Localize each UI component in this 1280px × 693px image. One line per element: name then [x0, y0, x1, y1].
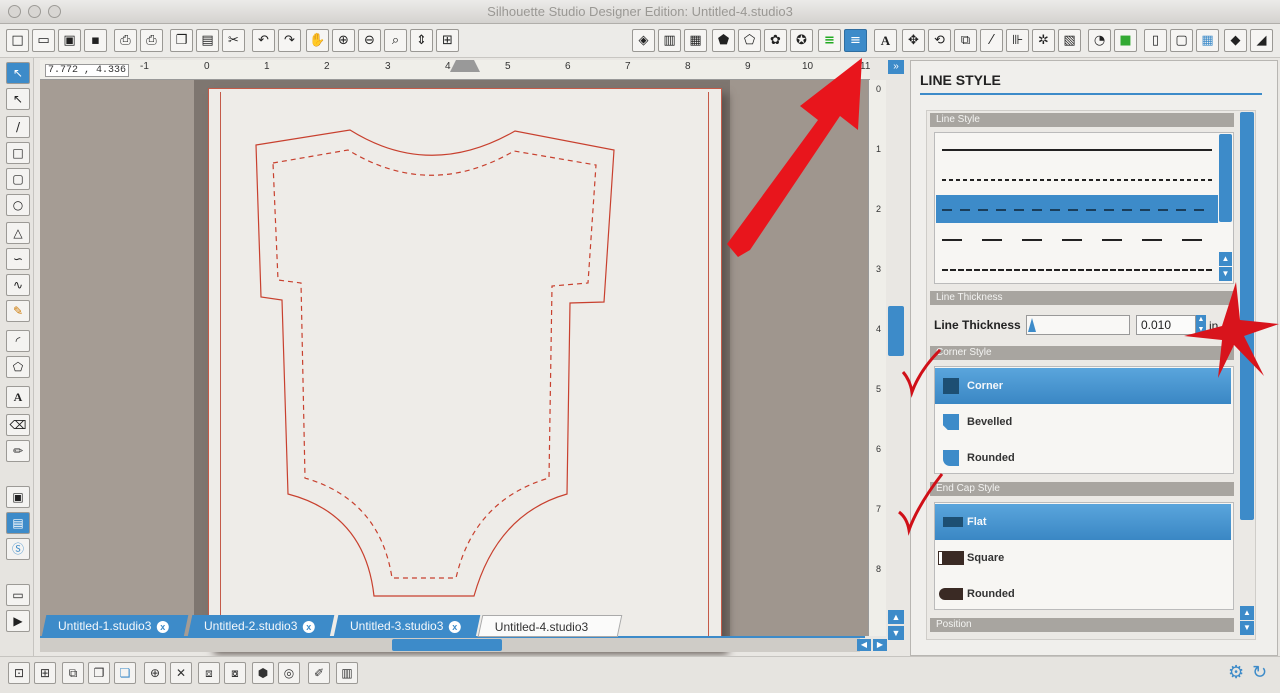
knife-bottom-icon[interactable]: ▥ [336, 662, 358, 684]
settings-gear-icon[interactable]: ⚙ [1228, 662, 1244, 683]
delete-icon[interactable]: ✕ [170, 662, 192, 684]
send-backward-icon[interactable]: ⧇ [224, 662, 246, 684]
bring-forward-icon[interactable]: ⧈ [198, 662, 220, 684]
make-compound-icon[interactable]: ⧉ [62, 662, 84, 684]
check-mark-icon [901, 348, 942, 398]
duplicate-icon[interactable]: ❏ [114, 662, 136, 684]
annotation-overlay [727, 58, 1279, 536]
release-compound-icon[interactable]: ❐ [88, 662, 110, 684]
red-starburst-icon [1184, 282, 1279, 378]
check-mark-icon [898, 473, 944, 536]
trace-bottom-icon[interactable]: ✐ [308, 662, 330, 684]
offset-bottom-icon[interactable]: ◎ [278, 662, 300, 684]
shapes-icon[interactable]: ⬢ [252, 662, 274, 684]
red-arrow [727, 58, 862, 257]
sync-icon[interactable]: ↻ [1252, 662, 1267, 683]
bottom-toolbar [0, 656, 1280, 693]
ungroup-icon[interactable]: ⊞ [34, 662, 56, 684]
group-icon[interactable]: ⊡ [8, 662, 30, 684]
weld-icon[interactable]: ⊕ [144, 662, 166, 684]
